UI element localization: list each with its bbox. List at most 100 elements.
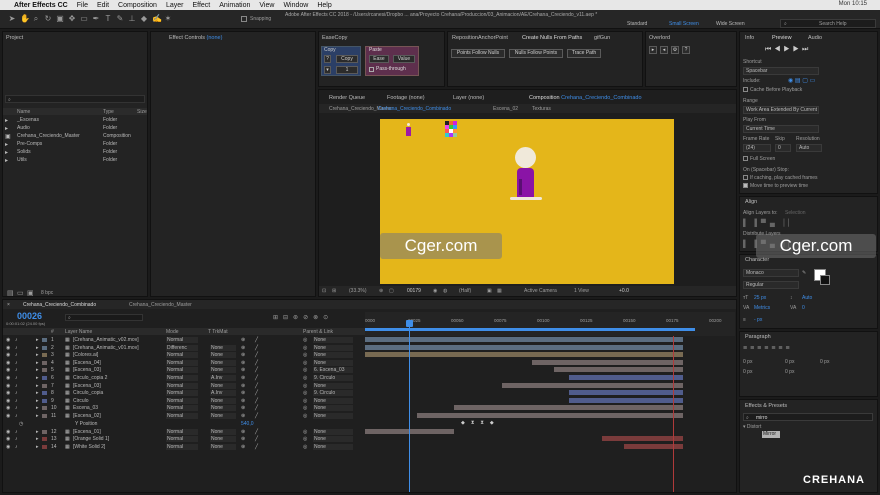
menu-view[interactable]: View bbox=[259, 2, 274, 9]
transparency-grid-icon[interactable]: ▦ bbox=[497, 288, 502, 294]
cached-frames-checkbox[interactable] bbox=[743, 175, 748, 180]
property-value[interactable]: 540,0 bbox=[241, 421, 254, 427]
quality-switch-icon[interactable]: ╱ bbox=[255, 337, 258, 343]
layer-trkmat-dropdown[interactable]: None bbox=[210, 397, 236, 404]
paragraph-tab[interactable]: Paragraph bbox=[745, 334, 771, 340]
quality-switch-icon[interactable]: ╱ bbox=[255, 360, 258, 366]
project-item[interactable]: ▣ Crehana_Creciendo_Master Composition bbox=[3, 132, 147, 140]
space-after-field[interactable]: 0 px bbox=[785, 369, 794, 375]
layer-bar[interactable] bbox=[624, 443, 684, 449]
kerning-field[interactable]: Metrics bbox=[754, 305, 770, 311]
indent-right-field[interactable]: 0 px bbox=[785, 359, 794, 365]
visibility-eye-icon[interactable]: ◉ bbox=[6, 436, 10, 442]
col-trkmat[interactable]: T TrkMat bbox=[208, 329, 228, 335]
layer-name[interactable]: [Escena_03] bbox=[73, 367, 101, 373]
overlord-pull-icon[interactable]: ◂ bbox=[660, 46, 668, 54]
overlord-tab[interactable]: Overlord bbox=[649, 35, 670, 41]
visibility-eye-icon[interactable]: ◉ bbox=[6, 345, 10, 351]
clone-tool-icon[interactable]: ⊥ bbox=[128, 14, 136, 23]
expand-arrow-icon[interactable]: ▸ bbox=[36, 436, 39, 442]
quality-switch-icon[interactable]: ╱ bbox=[255, 367, 258, 373]
tab-info[interactable]: Info bbox=[745, 35, 754, 41]
shy-switch-icon[interactable]: ⊛ bbox=[241, 367, 245, 373]
effects-search-input[interactable]: ⌕ mirro bbox=[743, 413, 873, 421]
pickwhip-icon[interactable]: ◎ bbox=[303, 337, 307, 343]
table-row[interactable]: ◉ ♪ ▸ 2 ▦ [Crehana_Animatic_v01.mov] Differenc… bbox=[3, 344, 365, 352]
visibility-eye-icon[interactable]: ◉ bbox=[6, 375, 10, 381]
workspace-wide-screen[interactable]: Wide Screen bbox=[716, 21, 745, 27]
effect-controls-tab[interactable]: Effect Controls (none) bbox=[169, 35, 222, 41]
layer-parent-dropdown[interactable]: None bbox=[313, 382, 353, 389]
label-color-swatch[interactable] bbox=[42, 391, 47, 396]
col-name[interactable]: Name bbox=[17, 109, 30, 115]
label-color-swatch[interactable] bbox=[42, 383, 47, 388]
shortcut-dropdown[interactable]: Spacebar bbox=[743, 67, 819, 75]
expand-arrow-icon[interactable]: ▸ bbox=[36, 352, 39, 358]
copy-info-icon[interactable]: ? bbox=[324, 55, 331, 63]
layer-name[interactable]: [Crehana_Animatic_v01.mov] bbox=[73, 345, 139, 351]
timeline-search-input[interactable]: ⌕ bbox=[65, 314, 143, 321]
layer-trkmat-dropdown[interactable]: None bbox=[210, 359, 236, 366]
project-item[interactable]: ▸ _Escenas Folder bbox=[3, 116, 147, 124]
tab-layer[interactable]: Layer (none) bbox=[453, 95, 484, 101]
puppet-tool-icon[interactable]: ✶ bbox=[164, 14, 172, 23]
label-color-swatch[interactable] bbox=[42, 376, 47, 380]
table-row[interactable]: ◉ ♪ ▸ 4 ▦ [Escena_04] Normal None ⊛ ╱ ◎ None bbox=[3, 359, 365, 367]
visibility-eye-icon[interactable]: ◉ bbox=[6, 429, 10, 435]
shy-switch-icon[interactable]: ⊛ bbox=[241, 429, 245, 435]
layer-bar[interactable] bbox=[553, 367, 684, 373]
layer-bar[interactable] bbox=[416, 413, 684, 418]
paragraph-align-buttons[interactable]: ≡≡≡≡≡≡≡ bbox=[743, 345, 793, 352]
col-mode[interactable]: Mode bbox=[166, 329, 179, 335]
layer-mode-dropdown[interactable]: Normal bbox=[166, 413, 198, 419]
table-row[interactable]: ◉ ♪ ▸ 7 ▦ [Escena_03] Normal None ⊛ ╱ ◎ None bbox=[3, 382, 365, 390]
expand-arrow-icon[interactable]: ▸ bbox=[36, 444, 39, 450]
layer-trkmat-dropdown[interactable]: None bbox=[210, 352, 236, 359]
roi-icon[interactable]: ▣ bbox=[487, 288, 492, 294]
camera-dropdown[interactable]: Active Camera bbox=[524, 288, 557, 294]
tracking-field[interactable]: 0 bbox=[802, 305, 805, 311]
col-layer-name[interactable]: Layer Name bbox=[65, 329, 92, 335]
label-color-swatch[interactable] bbox=[42, 398, 47, 403]
expand-arrow-icon[interactable]: ▸ bbox=[36, 367, 39, 373]
shy-switch-icon[interactable]: ⊛ bbox=[241, 436, 245, 442]
quality-switch-icon[interactable]: ╱ bbox=[255, 444, 258, 450]
space-before-field[interactable]: 0 px bbox=[743, 369, 752, 375]
quality-switch-icon[interactable]: ╱ bbox=[255, 436, 258, 442]
menu-effect[interactable]: Effect bbox=[192, 2, 210, 9]
layer-bar[interactable] bbox=[568, 375, 684, 380]
audio-icon[interactable]: ♪ bbox=[15, 337, 18, 343]
layer-name[interactable]: [Escena_04] bbox=[73, 360, 101, 366]
pickwhip-icon[interactable]: ◎ bbox=[303, 436, 307, 442]
workspace-standard[interactable]: Standard bbox=[627, 21, 647, 27]
new-folder-icon[interactable]: ▭ bbox=[17, 289, 24, 296]
layer-mode-dropdown[interactable]: Normal bbox=[166, 443, 198, 450]
visibility-eye-icon[interactable]: ◉ bbox=[6, 444, 10, 450]
layer-mode-dropdown[interactable]: Differenc bbox=[166, 344, 198, 351]
nulls-follow-points-button[interactable]: Nulls Follow Points bbox=[509, 49, 563, 58]
menu-edit[interactable]: Edit bbox=[97, 2, 109, 9]
eyedropper-icon[interactable]: ✎ bbox=[802, 270, 806, 276]
quality-switch-icon[interactable]: ╱ bbox=[255, 390, 258, 396]
expand-arrow-icon[interactable]: ▸ bbox=[36, 360, 39, 366]
menu-window[interactable]: Window bbox=[283, 2, 308, 9]
layer-trkmat-dropdown[interactable]: None bbox=[210, 413, 236, 419]
shy-switch-icon[interactable]: ⊛ bbox=[241, 352, 245, 358]
paste-ease-button[interactable]: Ease bbox=[369, 55, 389, 63]
timeline-close-icon[interactable]: × bbox=[7, 302, 10, 308]
project-search-input[interactable]: ⌕ bbox=[5, 95, 145, 103]
layer-mode-dropdown[interactable]: Normal bbox=[166, 367, 198, 374]
layer-name[interactable]: [Escena_03] bbox=[73, 383, 101, 389]
visibility-eye-icon[interactable]: ◉ bbox=[6, 405, 10, 411]
layer-parent-dropdown[interactable]: None bbox=[313, 443, 353, 450]
align-target-dropdown[interactable]: Selection bbox=[785, 210, 806, 216]
layer-parent-dropdown[interactable]: 9. Circulo bbox=[313, 375, 353, 381]
subtab-escena-02[interactable]: Escena_02 bbox=[493, 106, 518, 112]
layer-bar[interactable] bbox=[365, 337, 684, 342]
pickwhip-icon[interactable]: ◎ bbox=[303, 345, 307, 351]
quality-switch-icon[interactable]: ╱ bbox=[255, 429, 258, 435]
audio-icon[interactable]: ♪ bbox=[15, 367, 18, 373]
pan-behind-tool-icon[interactable]: ✥ bbox=[68, 14, 76, 23]
tab-reposition-anchor[interactable]: RepositionAnchorPoint bbox=[452, 35, 508, 41]
label-color-swatch[interactable] bbox=[42, 368, 47, 373]
